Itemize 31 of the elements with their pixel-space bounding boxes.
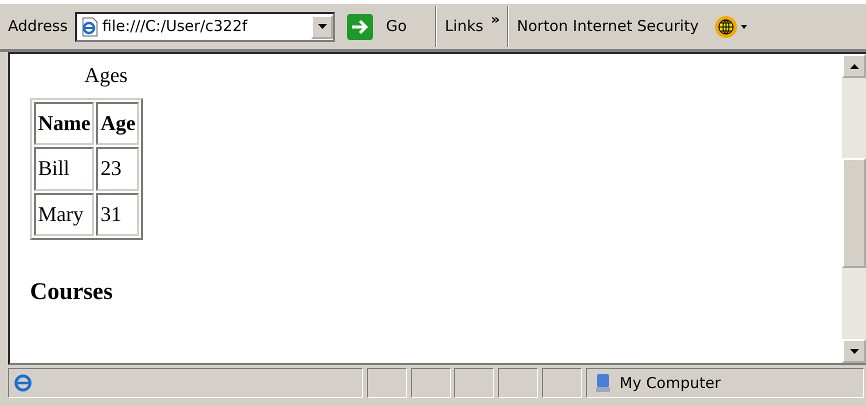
table-cell: Bill xyxy=(34,147,94,190)
dropdown-button[interactable] xyxy=(311,14,334,38)
chevron-button[interactable]: » xyxy=(490,10,500,31)
computer-icon xyxy=(594,373,612,393)
go-button[interactable]: Go xyxy=(380,15,413,38)
page-icon xyxy=(80,16,100,36)
norton-toolbar-label[interactable]: Norton Internet Security xyxy=(516,15,699,38)
scroll-down-button[interactable] xyxy=(842,339,866,363)
down-arrow-icon xyxy=(850,348,858,354)
caret-icon xyxy=(318,24,327,29)
table-caption: Ages xyxy=(83,62,129,89)
globe-icon[interactable] xyxy=(714,14,750,38)
table-cell: 31 xyxy=(96,192,140,236)
table-cell: Mary xyxy=(34,192,94,236)
address-field[interactable]: file:///C:/User/c322f xyxy=(75,12,336,42)
status-pane xyxy=(454,368,494,398)
table-cell: 23 xyxy=(96,147,140,190)
address-label: Address xyxy=(8,16,68,38)
column-header: Age xyxy=(96,102,140,145)
up-arrow-icon xyxy=(850,64,858,68)
status-pane xyxy=(542,368,582,398)
status-pane xyxy=(366,368,407,398)
scrollbar-thumb[interactable] xyxy=(842,158,866,268)
zone-label: My Computer xyxy=(620,372,721,394)
status-pane xyxy=(498,368,538,398)
links-label[interactable]: Links xyxy=(444,15,484,38)
status-pane xyxy=(410,368,450,398)
scroll-up-button[interactable] xyxy=(842,54,866,78)
browser-icon xyxy=(12,373,33,393)
courses-heading: Courses xyxy=(30,278,114,307)
column-header: Name xyxy=(34,102,94,145)
